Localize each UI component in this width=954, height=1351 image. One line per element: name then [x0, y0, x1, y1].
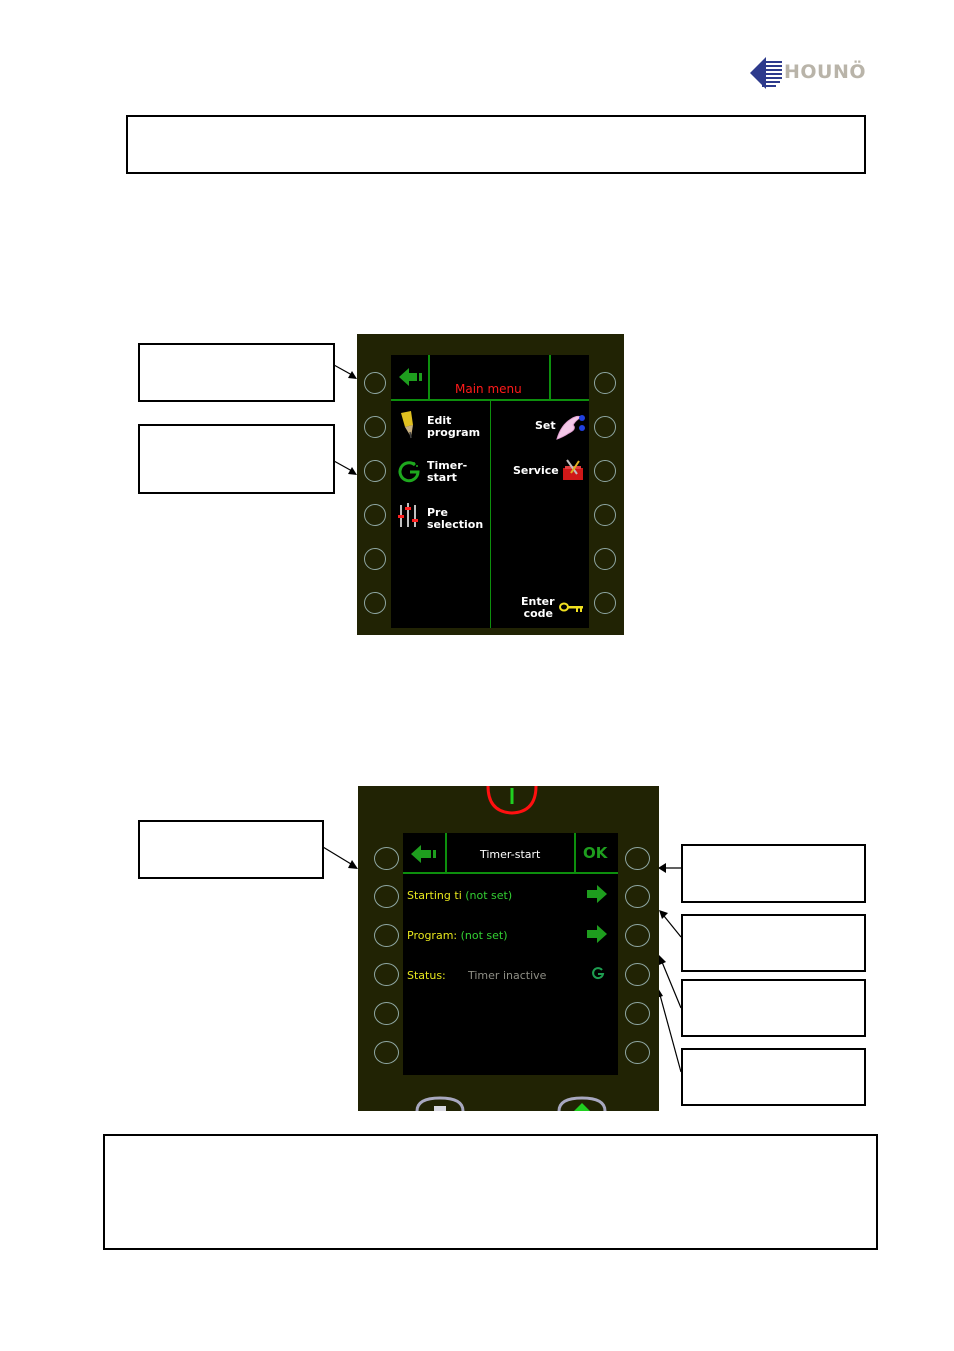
- softkey-right-4[interactable]: [594, 504, 616, 526]
- stop-button[interactable]: [414, 1096, 466, 1111]
- menu-item-label: Service: [513, 464, 559, 477]
- header-box: [126, 115, 866, 174]
- row-value: (not set): [460, 929, 508, 942]
- houno-logo: HOUNÖ: [748, 55, 868, 95]
- softkey-right-4[interactable]: [625, 963, 650, 986]
- menu-item-timer-start[interactable]: Timer- start: [395, 456, 487, 492]
- softkey-right-2[interactable]: [594, 416, 616, 438]
- timer-start-title: Timer-start: [480, 848, 541, 861]
- main-menu-panel: Main menu Edit program Timer- start Pre …: [357, 334, 624, 635]
- menu-item-enter-code[interactable]: Enter code: [493, 595, 587, 625]
- key-icon: [559, 602, 583, 612]
- callout-box-timer-start: [138, 424, 335, 494]
- row-label: Status:: [407, 969, 446, 982]
- callout-arrow-timer-start: [333, 460, 357, 475]
- softkey-right-2[interactable]: [625, 885, 650, 908]
- label-line2: selection: [427, 518, 484, 531]
- menu-item-pre-selection[interactable]: Pre selection: [395, 501, 487, 537]
- menu-item-label: Pre selection: [427, 507, 483, 531]
- row-status: Status: Timer inactive: [407, 967, 615, 982]
- houno-logo-mark-icon: [750, 57, 782, 89]
- menu-item-edit-program[interactable]: Edit program: [395, 411, 487, 447]
- softkey-right-3[interactable]: [594, 460, 616, 482]
- label-line2: start: [427, 471, 457, 484]
- hand-icon: [556, 415, 585, 440]
- label-line2: code: [523, 607, 553, 620]
- softkey-left-3[interactable]: [374, 924, 399, 947]
- softkey-left-5[interactable]: [364, 548, 386, 570]
- header-divider-2: [574, 833, 576, 873]
- arrow-right-icon[interactable]: [587, 925, 609, 943]
- softkey-right-6[interactable]: [625, 1041, 650, 1064]
- header-divider-1: [445, 833, 447, 873]
- softkey-left-1[interactable]: [364, 372, 386, 394]
- softkey-left-4[interactable]: [374, 963, 399, 986]
- arrow-right-icon[interactable]: [587, 885, 609, 903]
- callout-box-back: [138, 343, 335, 402]
- main-menu-screen: Main menu Edit program Timer- start Pre …: [391, 355, 589, 628]
- menu-item-label: Enter code: [521, 596, 555, 620]
- power-icon[interactable]: [484, 786, 540, 816]
- softkey-left-5[interactable]: [374, 1002, 399, 1025]
- menu-item-label: Timer- start: [427, 460, 467, 484]
- row-label: Program:: [407, 929, 458, 942]
- softkey-right-5[interactable]: [594, 548, 616, 570]
- callout-box-status: [681, 1048, 866, 1106]
- row-value: (not set): [465, 889, 513, 902]
- callout-arrow-back: [333, 364, 357, 379]
- footer-box: [103, 1134, 878, 1250]
- softkey-left-1[interactable]: [374, 847, 399, 870]
- softkey-right-3[interactable]: [625, 924, 650, 947]
- header-divider-2: [549, 355, 551, 400]
- main-menu-title: Main menu: [455, 382, 522, 396]
- timer-icon: [592, 967, 605, 980]
- logo-text: HOUNÖ: [784, 61, 867, 83]
- pencil-icon: [401, 411, 413, 439]
- softkey-right-1[interactable]: [594, 372, 616, 394]
- softkey-right-6[interactable]: [594, 592, 616, 614]
- menu-item-service[interactable]: Service: [493, 456, 587, 492]
- back-arrow-icon[interactable]: [399, 367, 425, 387]
- row-label: Starting ti: [407, 889, 462, 902]
- header-bottom-line: [403, 872, 618, 874]
- center-divider: [490, 401, 491, 628]
- row-value: Timer inactive: [468, 969, 547, 982]
- row-starting-time[interactable]: Starting ti (not set): [407, 885, 615, 903]
- toolbox-icon: [563, 459, 583, 480]
- callout-box-program: [681, 979, 866, 1037]
- softkey-left-2[interactable]: [374, 885, 399, 908]
- softkey-left-6[interactable]: [364, 592, 386, 614]
- softkey-right-5[interactable]: [625, 1002, 650, 1025]
- menu-item-label: Set: [535, 419, 556, 432]
- softkey-left-3[interactable]: [364, 460, 386, 482]
- start-button[interactable]: [556, 1096, 608, 1111]
- timer-start-screen: Timer-start OK Starting ti (not set) Pro…: [403, 833, 618, 1075]
- callout-box-ok: [681, 844, 866, 903]
- row-program[interactable]: Program: (not set): [407, 925, 615, 943]
- label-line2: program: [427, 426, 481, 439]
- callout-arrow-ts-back: [322, 846, 358, 869]
- softkey-left-6[interactable]: [374, 1041, 399, 1064]
- softkey-right-1[interactable]: [625, 847, 650, 870]
- header-divider-1: [428, 355, 430, 400]
- softkey-left-2[interactable]: [364, 416, 386, 438]
- softkey-left-4[interactable]: [364, 504, 386, 526]
- timer-start-panel: Timer-start OK Starting ti (not set) Pro…: [358, 786, 659, 1111]
- timer-icon: [398, 461, 420, 483]
- menu-item-label: Edit program: [427, 415, 480, 439]
- callout-box-ts-back: [138, 820, 324, 879]
- menu-item-set[interactable]: Set: [493, 411, 587, 447]
- callout-box-starting-time: [681, 914, 866, 972]
- sliders-icon: [398, 503, 418, 527]
- ok-button[interactable]: OK: [583, 844, 607, 862]
- back-arrow-icon[interactable]: [411, 844, 439, 864]
